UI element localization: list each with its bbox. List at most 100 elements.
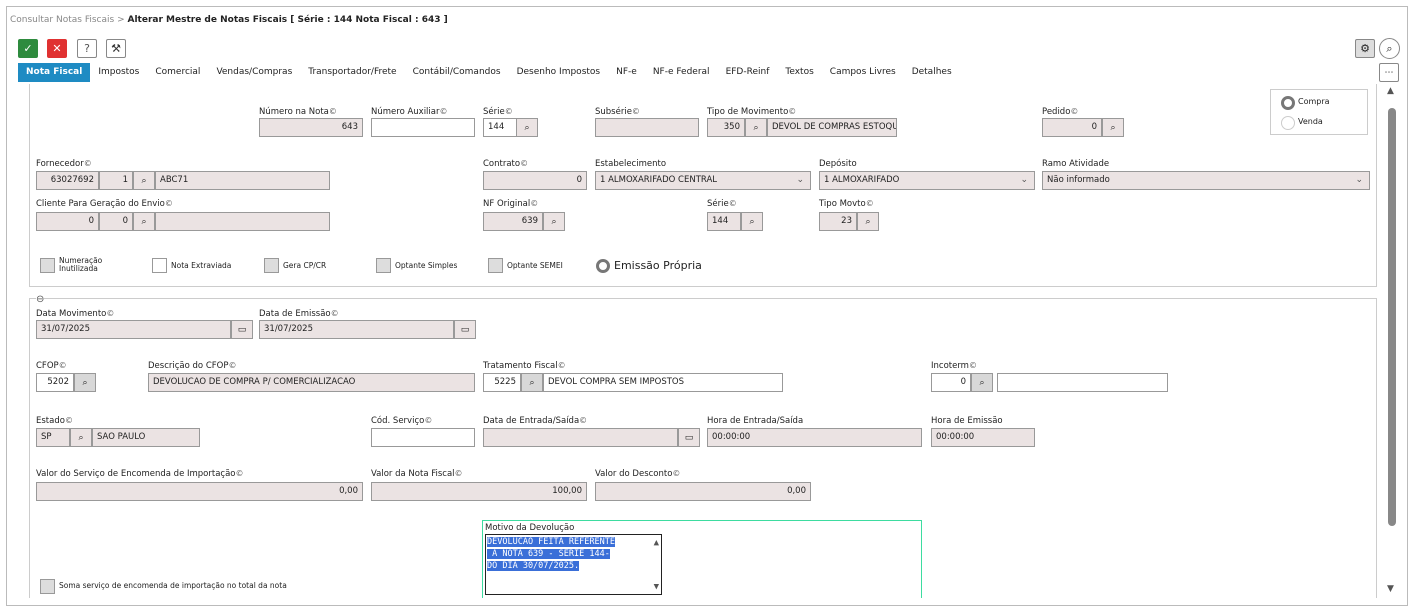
valor-desconto-field[interactable]: 0,00 xyxy=(595,482,811,501)
contrato-field[interactable]: 0 xyxy=(483,171,587,190)
tab-nota-fiscal[interactable]: Nota Fiscal xyxy=(18,63,91,82)
cfop-search-button[interactable]: ⌕ xyxy=(74,373,96,392)
cancel-button[interactable]: ✕ xyxy=(47,39,67,58)
tratamento-desc: DEVOL COMPRA SEM IMPOSTOS xyxy=(543,373,783,392)
data-emissao-label: Data de Emissão© xyxy=(259,309,339,319)
incoterm-desc xyxy=(997,373,1168,392)
emissao-propria-toggle[interactable] xyxy=(596,259,610,273)
tools-button[interactable]: ⚒ xyxy=(106,39,126,58)
gera-checkbox[interactable] xyxy=(264,258,279,273)
tab-impostos[interactable]: Impostos xyxy=(90,63,147,82)
data-mov-calendar-button[interactable]: ▭ xyxy=(231,320,253,339)
scroll-down-icon[interactable]: ▼ xyxy=(1387,584,1394,594)
serie2-search-button[interactable]: ⌕ xyxy=(741,212,763,231)
data-mov-field[interactable]: 31/07/2025 xyxy=(36,320,231,339)
cliente-seq[interactable]: 0 xyxy=(99,212,133,231)
simples-checkbox[interactable] xyxy=(376,258,391,273)
compra-radio[interactable] xyxy=(1281,96,1295,110)
tab-contabil[interactable]: Contábil/Comandos xyxy=(405,63,509,82)
textarea-scroll-up-icon[interactable]: ▲ xyxy=(654,537,659,549)
tab-textos[interactable]: Textos xyxy=(777,63,821,82)
pedido-field[interactable]: 0 xyxy=(1042,118,1102,137)
breadcrumb-sep: > xyxy=(117,15,125,25)
settings-button[interactable]: ⚙ xyxy=(1355,39,1375,58)
nf-original-search-button[interactable]: ⌕ xyxy=(543,212,565,231)
chevron-down-icon: ⌄ xyxy=(1020,175,1028,185)
tab-efd-reinf[interactable]: EFD-Reinf xyxy=(718,63,778,82)
cliente-code[interactable]: 0 xyxy=(36,212,99,231)
numeracao-label: Numeração Inutilizada xyxy=(59,256,103,273)
venda-radio[interactable] xyxy=(1281,116,1295,130)
scroll-up-icon[interactable]: ▲ xyxy=(1387,86,1394,96)
motivo-textarea[interactable]: DEVOLUCAO FEITA REFERENTE A NOTA 639 - S… xyxy=(485,534,662,595)
cliente-search-button[interactable]: ⌕ xyxy=(133,212,155,231)
ramo-select[interactable]: Não informado ⌄ xyxy=(1042,171,1370,190)
fornecedor-code[interactable]: 63027692 xyxy=(36,171,99,190)
confirm-button[interactable]: ✓ xyxy=(18,39,38,58)
incoterm-search-button[interactable]: ⌕ xyxy=(971,373,993,392)
cod-servico-field[interactable] xyxy=(371,428,475,447)
deposito-select[interactable]: 1 ALMOXARIFADO ⌄ xyxy=(819,171,1035,190)
valor-servico-field[interactable]: 0,00 xyxy=(36,482,363,501)
deposito-label: Depósito xyxy=(819,159,857,169)
scroll-thumb[interactable] xyxy=(1388,108,1396,526)
hora-emissao-field[interactable]: 00:00:00 xyxy=(931,428,1035,447)
breadcrumb-parent[interactable]: Consultar Notas Fiscais xyxy=(10,15,114,25)
pedido-search-button[interactable]: ⌕ xyxy=(1102,118,1124,137)
hora-entrada-field[interactable]: 00:00:00 xyxy=(707,428,922,447)
estado-search-button[interactable]: ⌕ xyxy=(70,428,92,447)
chevron-down-icon: ⌄ xyxy=(796,175,804,185)
tab-transportador[interactable]: Transportador/Frete xyxy=(300,63,404,82)
serie-field[interactable]: 144 xyxy=(483,118,517,137)
data-entrada-field[interactable] xyxy=(483,428,678,447)
tab-comercial[interactable]: Comercial xyxy=(147,63,208,82)
extraviada-checkbox[interactable] xyxy=(152,258,167,273)
serie2-field[interactable]: 144 xyxy=(707,212,741,231)
tratamento-code[interactable]: 5225 xyxy=(483,373,521,392)
fornecedor-seq[interactable]: 1 xyxy=(99,171,133,190)
incoterm-field[interactable]: 0 xyxy=(931,373,971,392)
incoterm-label: Incoterm© xyxy=(931,361,977,371)
numero-aux-field[interactable] xyxy=(371,118,475,137)
x-icon: ✕ xyxy=(52,42,62,55)
search-icon: ⌕ xyxy=(529,377,535,388)
estabelecimento-select[interactable]: 1 ALMOXARIFADO CENTRAL ⌄ xyxy=(595,171,811,190)
search-icon: ⌕ xyxy=(749,216,755,227)
fornecedor-search-button[interactable]: ⌕ xyxy=(133,171,155,190)
more-button[interactable]: ⋯ xyxy=(1379,63,1399,82)
tipo-movto-field[interactable]: 23 xyxy=(819,212,857,231)
tab-campos-livres[interactable]: Campos Livres xyxy=(822,63,904,82)
estado-code[interactable]: SP xyxy=(36,428,70,447)
page-scrollbar[interactable]: ▲ ▼ xyxy=(1386,86,1398,594)
collapse-icon[interactable]: ⊖ xyxy=(36,294,45,305)
search-button[interactable]: ⌕ xyxy=(1379,38,1400,59)
tipo-mov-code[interactable]: 350 xyxy=(707,118,745,137)
semei-checkbox[interactable] xyxy=(488,258,503,273)
nf-original-field[interactable]: 639 xyxy=(483,212,543,231)
tipo-movto-search-button[interactable]: ⌕ xyxy=(857,212,879,231)
tab-bar: Nota Fiscal Impostos Comercial Vendas/Co… xyxy=(18,63,960,82)
tab-vendas-compras[interactable]: Vendas/Compras xyxy=(208,63,300,82)
serie-search-button[interactable]: ⌕ xyxy=(516,118,538,137)
numeracao-checkbox[interactable] xyxy=(40,258,55,273)
valor-nota-field[interactable]: 100,00 xyxy=(371,482,587,501)
subserie-field[interactable] xyxy=(595,118,699,137)
tratamento-search-button[interactable]: ⌕ xyxy=(521,373,543,392)
serie-label: Série© xyxy=(483,107,513,117)
tipo-mov-search-button[interactable]: ⌕ xyxy=(745,118,767,137)
contrato-label: Contrato© xyxy=(483,159,529,169)
cod-servico-label: Cód. Serviço© xyxy=(371,416,433,426)
help-button[interactable]: ? xyxy=(77,39,97,58)
tipo-mov-desc: DEVOL DE COMPRAS ESTOQUE xyxy=(767,118,897,137)
soma-checkbox[interactable] xyxy=(40,579,55,594)
data-emissao-field[interactable]: 31/07/2025 xyxy=(259,320,454,339)
numero-nota-field[interactable]: 643 xyxy=(259,118,363,137)
textarea-scroll-down-icon[interactable]: ▼ xyxy=(654,581,659,593)
cfop-field[interactable]: 5202 xyxy=(36,373,74,392)
tab-desenho-impostos[interactable]: Desenho Impostos xyxy=(509,63,609,82)
data-emissao-calendar-button[interactable]: ▭ xyxy=(454,320,476,339)
data-entrada-calendar-button[interactable]: ▭ xyxy=(678,428,700,447)
tab-detalhes[interactable]: Detalhes xyxy=(904,63,960,82)
tab-nfe[interactable]: NF-e xyxy=(608,63,645,82)
tab-nfe-federal[interactable]: NF-e Federal xyxy=(645,63,718,82)
